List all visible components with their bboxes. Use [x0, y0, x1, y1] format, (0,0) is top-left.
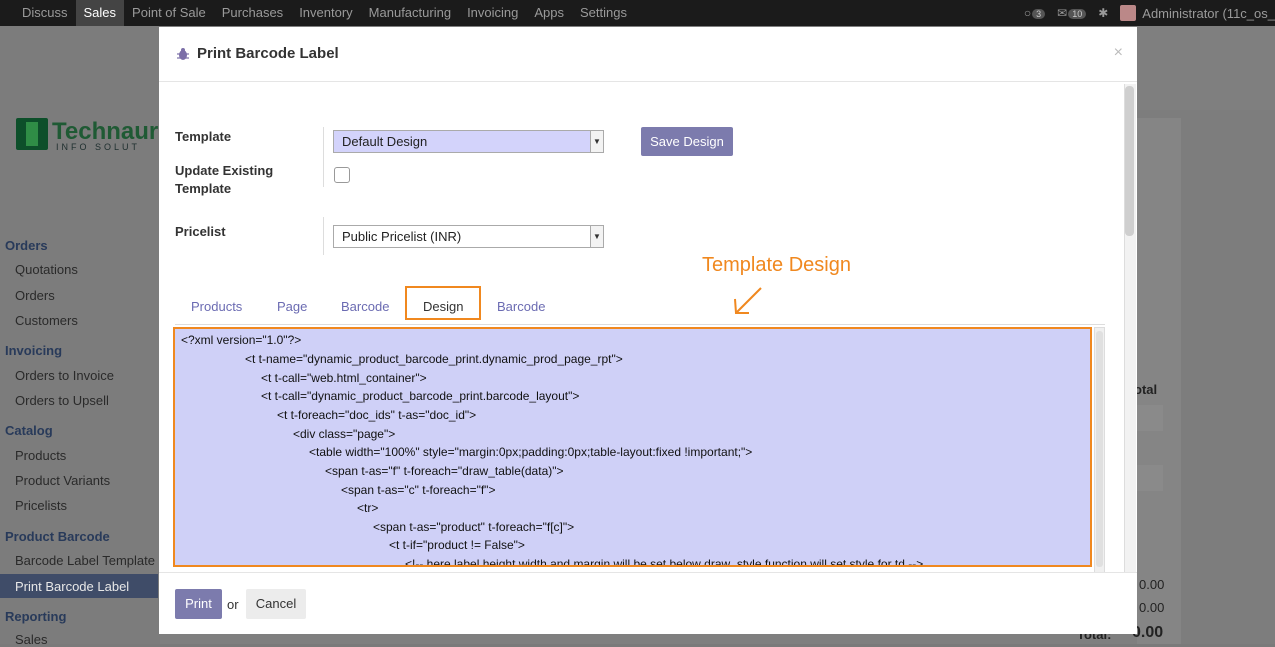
code-line: <div class="page"> — [293, 427, 396, 441]
user-menu[interactable]: Administrator (11c_os_ — [1142, 6, 1275, 21]
print-barcode-dialog: Print Barcode Label × Template Default D… — [159, 27, 1137, 634]
sidebar-section-catalog: Catalog — [5, 423, 53, 438]
code-editor-scrollbar-thumb[interactable] — [1096, 331, 1103, 567]
save-design-button[interactable]: Save Design — [641, 127, 733, 156]
nav-invoicing[interactable]: Invoicing — [459, 0, 526, 26]
sidebar-item-customers[interactable]: Customers — [15, 313, 78, 328]
company-logo: Technaur INFO SOLUT — [16, 118, 166, 152]
messages-icon[interactable]: ○ 3 — [1024, 6, 1046, 20]
print-button[interactable]: Print — [175, 589, 222, 619]
code-line: <t t-call="dynamic_product_barcode_print… — [261, 389, 580, 403]
sidebar-section-product-barcode: Product Barcode — [5, 529, 110, 544]
avatar[interactable] — [1120, 5, 1137, 21]
sidebar-section-invoicing: Invoicing — [5, 343, 63, 358]
close-icon[interactable]: × — [1114, 44, 1123, 62]
update-existing-template-label: Update Existing Template — [175, 162, 273, 198]
sidebar-section-reporting: Reporting — [5, 609, 67, 624]
logo-mark-icon — [16, 118, 48, 150]
nav-settings[interactable]: Settings — [572, 0, 635, 26]
tab-page[interactable]: Page — [277, 290, 307, 324]
pricelist-select[interactable]: Public Pricelist (INR) ▼ — [333, 225, 604, 248]
code-line: <span t-as="product" t-foreach="f[c]"> — [373, 520, 575, 534]
code-line: <t t-name="dynamic_product_barcode_print… — [245, 352, 623, 366]
template-label: Template — [175, 129, 232, 144]
annotation-arrow-icon — [734, 287, 762, 314]
nav-inventory[interactable]: Inventory — [291, 0, 360, 26]
sidebar-item-pricelists[interactable]: Pricelists — [15, 498, 67, 513]
or-text: or — [227, 597, 239, 612]
code-line: <table width="100%" style="margin:0px;pa… — [309, 445, 753, 459]
nav-discuss[interactable]: Discuss — [14, 0, 76, 26]
cancel-button[interactable]: Cancel — [246, 589, 306, 619]
code-line: <tr> — [357, 501, 379, 515]
sidebar-item-orders[interactable]: Orders — [15, 288, 55, 303]
app-menu: Discuss Sales Point of Sale Purchases In… — [14, 0, 635, 26]
update-label-line-2: Template — [175, 181, 232, 196]
debug-bug-icon[interactable]: ✱ — [1098, 6, 1108, 20]
code-line: <?xml version="1.0"?> — [181, 333, 302, 347]
update-label-line-1: Update Existing — [175, 163, 274, 178]
nav-apps[interactable]: Apps — [526, 0, 572, 26]
sidebar-item-product-variants[interactable]: Product Variants — [15, 473, 110, 488]
sidebar-item-sales[interactable]: Sales — [15, 632, 48, 647]
code-line: <t t-foreach="doc_ids" t-as="doc_id"> — [277, 408, 477, 422]
top-navbar: Discuss Sales Point of Sale Purchases In… — [0, 0, 1275, 26]
tab-barcode-print-help[interactable]: Barcode Print Help — [497, 290, 545, 382]
sidebar-section-orders: Orders — [5, 238, 48, 253]
background-row-2 — [1137, 465, 1163, 491]
background-amount: 0.00 — [1139, 600, 1165, 615]
sidebar-item-quotations[interactable]: Quotations — [15, 262, 78, 277]
template-select-value: Default Design — [342, 134, 428, 149]
dialog-footer: Print or Cancel — [159, 572, 1137, 635]
tab-products[interactable]: Products — [191, 290, 242, 324]
code-line: <t t-if="product != False"> — [389, 538, 525, 552]
dialog-title: Print Barcode Label — [197, 45, 339, 62]
dialog-scrollbar-thumb[interactable] — [1125, 86, 1134, 236]
nav-sales[interactable]: Sales — [75, 0, 125, 26]
code-line: <t t-call="web.html_container"> — [261, 371, 427, 385]
nav-manufacturing[interactable]: Manufacturing — [361, 0, 459, 26]
sidebar-item-orders-to-upsell[interactable]: Orders to Upsell — [15, 393, 109, 408]
update-existing-template-checkbox[interactable] — [334, 167, 350, 183]
design-code-editor[interactable]: <?xml version="1.0"?> <t t-name="dynamic… — [173, 327, 1092, 567]
field-divider — [323, 127, 324, 187]
code-line: <span t-as="c" t-foreach="f"> — [341, 483, 496, 497]
pricelist-select-value: Public Pricelist (INR) — [342, 229, 462, 244]
sidebar-item-products[interactable]: Products — [15, 448, 66, 463]
systray: ○ 3 ✉ 10 ✱ Administrator (11c_os_ — [1024, 0, 1275, 26]
field-divider — [323, 217, 324, 255]
template-select[interactable]: Default Design ▼ — [333, 130, 604, 153]
dialog-header: Print Barcode Label × — [159, 27, 1137, 82]
tab-divider — [175, 324, 1105, 325]
sidebar-item-orders-to-invoice[interactable]: Orders to Invoice — [15, 368, 114, 383]
bug-icon — [177, 48, 189, 60]
nav-point-of-sale[interactable]: Point of Sale — [124, 0, 214, 26]
activities-icon[interactable]: ✉ 10 — [1057, 6, 1087, 20]
nav-purchases[interactable]: Purchases — [214, 0, 291, 26]
activities-count-badge: 10 — [1068, 9, 1087, 19]
messages-count-badge: 3 — [1032, 9, 1046, 19]
background-sheet — [1137, 118, 1181, 644]
template-design-annotation: Template Design — [702, 254, 851, 276]
background-amount: 0.00 — [1139, 577, 1165, 592]
code-line: <span t-as="f" t-foreach="draw_table(dat… — [325, 464, 564, 478]
design-tab-highlight — [405, 286, 481, 320]
sidebar-item-label: Print Barcode Label — [15, 579, 130, 594]
background-total-column-header: otal — [1134, 382, 1158, 397]
chevron-down-icon: ▼ — [590, 131, 603, 152]
logo-subtitle: INFO SOLUT — [56, 142, 141, 152]
background-row — [1137, 405, 1163, 431]
code-line: <!-- here label height.width and margin … — [405, 557, 924, 567]
pricelist-label: Pricelist — [175, 224, 226, 239]
tab-barcode[interactable]: Barcode — [341, 290, 389, 324]
chevron-down-icon: ▼ — [590, 226, 603, 247]
sidebar-item-barcode-label-template[interactable]: Barcode Label Template — [15, 553, 155, 568]
